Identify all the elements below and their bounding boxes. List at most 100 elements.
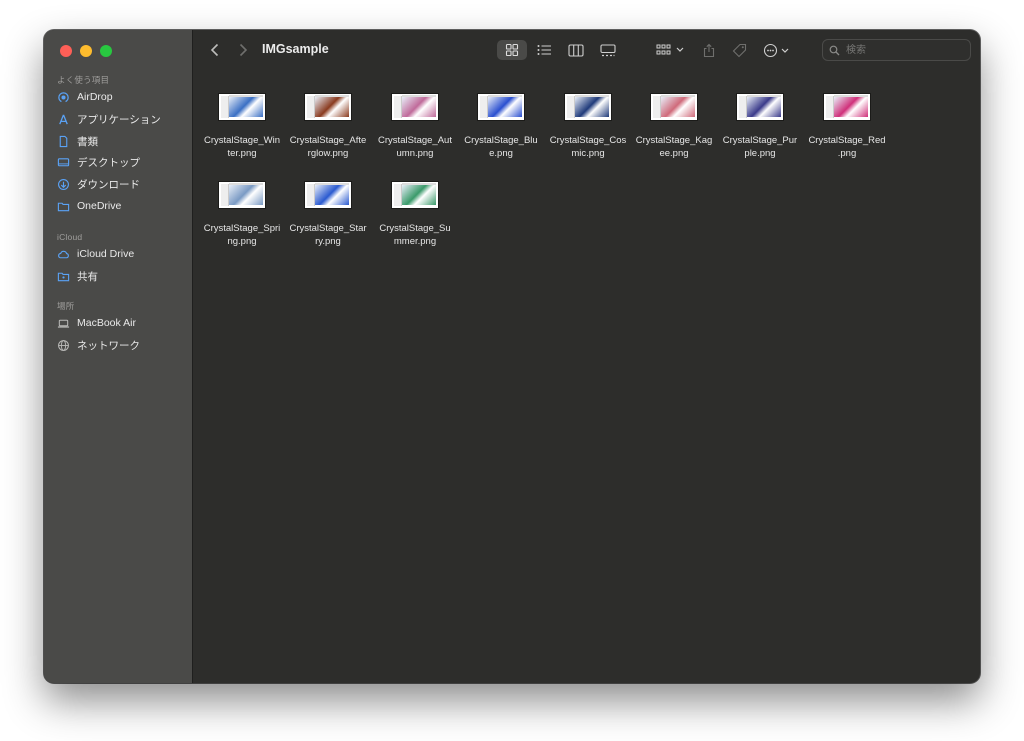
- group-grid-icon: [656, 44, 684, 55]
- file-thumbnail: [219, 94, 265, 120]
- sidebar-item-label: ネットワーク: [77, 339, 140, 352]
- file-item[interactable]: CrystalStage_Su mmer.png: [372, 158, 458, 248]
- back-button[interactable]: [206, 41, 224, 59]
- more-actions-button[interactable]: [763, 40, 793, 60]
- applications-icon: [56, 112, 70, 126]
- file-name-line: CrystalStage_Red: [808, 135, 886, 146]
- file-name: CrystalStage_Su mmer.png: [372, 223, 458, 248]
- file-item[interactable]: CrystalStage_Pur ple.png: [717, 70, 803, 160]
- sidebar-item-label: 書類: [77, 135, 98, 148]
- file-name-line: CrystalStage_Blu: [464, 135, 538, 146]
- sidebar-item-airdrop[interactable]: AirDrop: [56, 87, 113, 107]
- file-item[interactable]: CrystalStage_Red .png: [804, 70, 890, 160]
- sidebar-item-label: AirDrop: [77, 91, 113, 103]
- tag-icon: [732, 43, 746, 57]
- file-name: CrystalStage_Kag ee.png: [631, 135, 717, 160]
- file-item[interactable]: CrystalStage_Star ry.png: [285, 158, 371, 248]
- file-name-line: ng.png: [227, 235, 257, 247]
- file-thumbnail: [565, 94, 611, 120]
- grid-icon: [505, 43, 519, 57]
- cloud-icon: [56, 247, 70, 261]
- file-grid: CrystalStage_Win ter.png CrystalStage_Afte…: [193, 70, 980, 683]
- sidebar-item-label: MacBook Air: [77, 317, 136, 329]
- globe-icon: [56, 338, 70, 352]
- sidebar-item-label: iCloud Drive: [77, 248, 135, 260]
- file-name-line: CrystalStage_Win: [203, 135, 281, 146]
- sidebar-item-downloads[interactable]: ダウンロード: [56, 174, 140, 194]
- gallery-icon: [600, 43, 616, 56]
- file-item[interactable]: CrystalStage_Kag ee.png: [631, 70, 717, 160]
- list-icon: [537, 45, 551, 55]
- sidebar-item-label: OneDrive: [77, 200, 122, 212]
- file-thumbnail: [305, 94, 351, 120]
- file-name: CrystalStage_Win ter.png: [199, 135, 285, 160]
- file-name-line: CrystalStage_Cos: [549, 135, 627, 146]
- sidebar-item-network[interactable]: ネットワーク: [56, 335, 140, 355]
- window-title: IMGsample: [262, 42, 329, 56]
- sidebar-item-macbook-air[interactable]: MacBook Air: [56, 313, 136, 333]
- file-name-line: e.png: [489, 147, 513, 159]
- sidebar-item-icloud-drive[interactable]: iCloud Drive: [56, 244, 134, 264]
- search-icon: [829, 45, 840, 55]
- file-item[interactable]: CrystalStage_Cos mic.png: [545, 70, 631, 160]
- file-name-line: ee.png: [659, 147, 689, 159]
- file-name: CrystalStage_Spri ng.png: [199, 223, 285, 248]
- desktop-icon: [56, 155, 70, 169]
- file-thumbnail: [219, 182, 265, 208]
- list-view-button[interactable]: [533, 40, 555, 60]
- shared-folder-icon: [56, 269, 70, 283]
- file-name: CrystalStage_Red .png: [804, 135, 890, 160]
- gallery-view-button[interactable]: [597, 40, 619, 60]
- file-name: CrystalStage_Cos mic.png: [545, 135, 631, 160]
- file-name: CrystalStage_Blu e.png: [458, 135, 544, 160]
- file-item[interactable]: CrystalStage_Aut umn.png: [372, 70, 458, 160]
- file-item[interactable]: CrystalStage_Spri ng.png: [199, 158, 285, 248]
- close-button[interactable]: [60, 45, 72, 57]
- file-name-line: CrystalStage_Star: [289, 223, 367, 234]
- file-name-line: .png: [837, 147, 857, 159]
- sidebar-item-label: ダウンロード: [77, 178, 140, 191]
- sidebar: よく使う項目 AirDrop アプリケーション 書類 デスクトップ ダウンロード…: [44, 30, 193, 683]
- file-thumbnail: [737, 94, 783, 120]
- file-item[interactable]: CrystalStage_Win ter.png: [199, 70, 285, 160]
- sidebar-item-onedrive[interactable]: OneDrive: [56, 196, 121, 216]
- sidebar-item-documents[interactable]: 書類: [56, 131, 98, 151]
- columns-icon: [568, 43, 584, 57]
- file-thumbnail: [392, 182, 438, 208]
- file-item[interactable]: CrystalStage_Afte rglow.png: [285, 70, 371, 160]
- minimize-button[interactable]: [80, 45, 92, 57]
- search-input[interactable]: [844, 43, 958, 57]
- icon-view-button[interactable]: [497, 40, 527, 60]
- group-by-button[interactable]: [655, 40, 687, 60]
- window-controls: [60, 45, 112, 57]
- file-item[interactable]: CrystalStage_Blu e.png: [458, 70, 544, 160]
- file-name-line: CrystalStage_Pur: [722, 135, 798, 146]
- file-name: CrystalStage_Star ry.png: [285, 223, 371, 248]
- download-icon: [56, 177, 70, 191]
- laptop-icon: [56, 316, 70, 330]
- sidebar-item-label: 共有: [77, 270, 98, 283]
- forward-button[interactable]: [234, 41, 252, 59]
- finder-window: よく使う項目 AirDrop アプリケーション 書類 デスクトップ ダウンロード…: [44, 30, 980, 683]
- file-name-line: CrystalStage_Aut: [378, 135, 452, 146]
- file-name-line: CrystalStage_Kag: [635, 135, 713, 146]
- share-button[interactable]: [699, 40, 719, 60]
- search-field[interactable]: [822, 39, 971, 61]
- sidebar-item-desktop[interactable]: デスクトップ: [56, 152, 140, 172]
- chevron-left-icon: [210, 43, 219, 57]
- file-thumbnail: [824, 94, 870, 120]
- sidebar-item-applications[interactable]: アプリケーション: [56, 109, 161, 129]
- tag-button[interactable]: [729, 40, 749, 60]
- file-name: CrystalStage_Aut umn.png: [372, 135, 458, 160]
- sidebar-section-icloud: iCloud: [57, 232, 83, 242]
- file-name-line: CrystalStage_Spri: [203, 223, 281, 234]
- file-name-line: CrystalStage_Afte: [289, 135, 367, 146]
- document-icon: [56, 134, 70, 148]
- sidebar-section-favorites: よく使う項目: [57, 75, 110, 85]
- file-name-line: ry.png: [315, 235, 341, 247]
- column-view-button[interactable]: [565, 40, 587, 60]
- zoom-button[interactable]: [100, 45, 112, 57]
- sidebar-item-shared[interactable]: 共有: [56, 266, 98, 286]
- toolbar: IMGsample: [193, 30, 980, 70]
- file-thumbnail: [478, 94, 524, 120]
